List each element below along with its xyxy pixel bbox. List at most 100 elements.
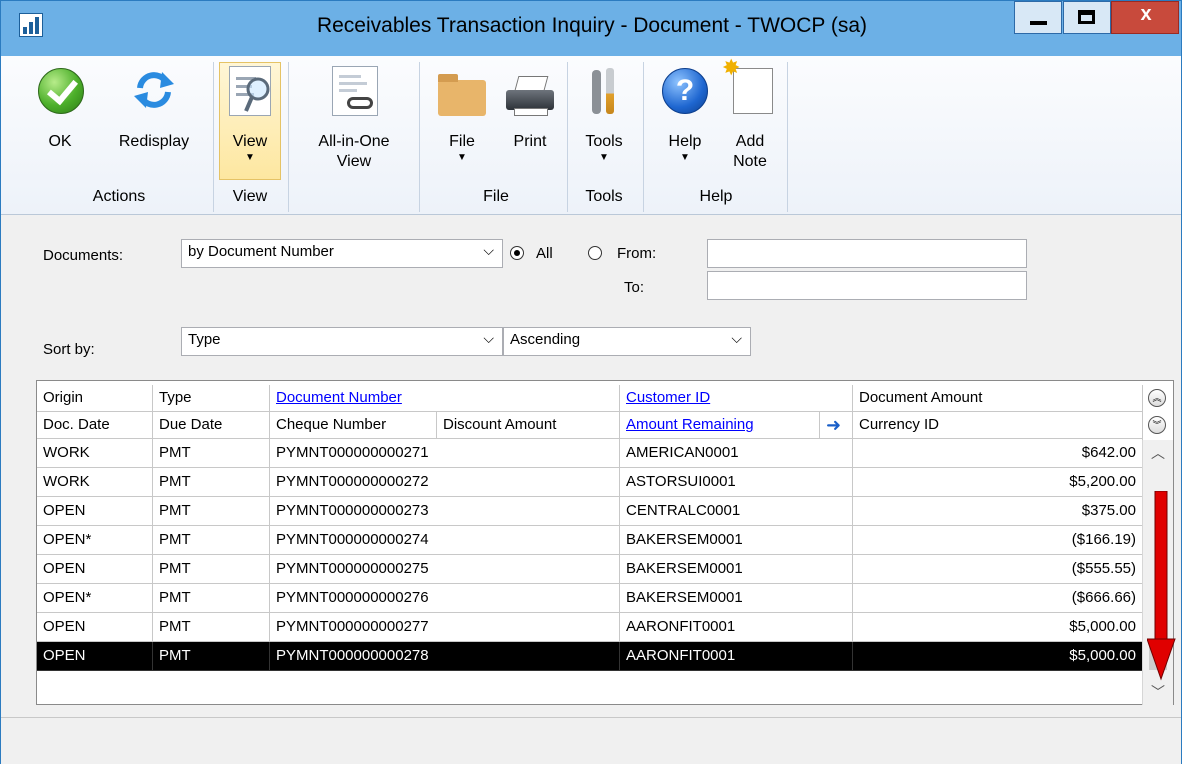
group-label-tools: Tools <box>585 188 623 205</box>
inquiry-window: Receivables Transaction Inquiry - Docume… <box>0 0 1182 764</box>
cell-type[interactable]: PMT <box>153 555 270 584</box>
linked-document-icon <box>332 66 378 116</box>
cell-type[interactable]: PMT <box>153 497 270 526</box>
column-header-document-number[interactable]: Document Number <box>270 385 620 412</box>
cell-type[interactable]: PMT <box>153 584 270 613</box>
help-button[interactable]: ? Help ▼ <box>651 56 719 174</box>
view-button[interactable]: View ▼ <box>219 56 281 174</box>
cell-document-amount[interactable]: ($166.19) <box>853 526 1143 555</box>
status-bar <box>1 717 1181 764</box>
cell-origin[interactable]: WORK <box>37 439 153 468</box>
file-label: File <box>449 133 475 150</box>
cell-customer-id[interactable]: AARONFIT0001 <box>620 613 853 642</box>
to-field[interactable] <box>707 271 1027 300</box>
cell-document-number[interactable]: PYMNT000000000275 <box>270 555 620 584</box>
column-header-cheque-number[interactable]: Cheque Number <box>270 412 437 439</box>
sort-by-label: Sort by: <box>43 341 95 358</box>
chevron-down-icon: ▼ <box>599 152 609 163</box>
cell-document-number[interactable]: PYMNT000000000271 <box>270 439 620 468</box>
cell-document-amount[interactable]: ($555.55) <box>853 555 1143 584</box>
redisplay-button[interactable]: Redisplay <box>105 56 203 176</box>
title-bar: Receivables Transaction Inquiry - Docume… <box>1 1 1181 56</box>
tools-button[interactable]: Tools ▼ <box>573 56 635 174</box>
magnifier-document-icon <box>229 66 271 116</box>
cell-origin[interactable]: OPEN <box>37 497 153 526</box>
cell-customer-id[interactable]: BAKERSEM0001 <box>620 584 853 613</box>
from-radio[interactable] <box>588 246 602 260</box>
cell-type[interactable]: PMT <box>153 613 270 642</box>
cell-type[interactable]: PMT <box>153 468 270 497</box>
close-button[interactable]: x <box>1111 1 1179 34</box>
column-header-currency-id[interactable]: Currency ID <box>853 412 1143 439</box>
documents-grid: Origin Type Document Number Customer ID … <box>36 380 1174 705</box>
minimize-button[interactable] <box>1014 1 1062 34</box>
ok-button[interactable]: OK <box>35 56 85 176</box>
group-label-help: Help <box>699 188 733 205</box>
column-header-discount-amount[interactable]: Discount Amount <box>437 412 620 439</box>
close-icon: x <box>1140 3 1152 25</box>
print-button[interactable]: Print <box>499 56 561 174</box>
cell-document-number[interactable]: PYMNT000000000274 <box>270 526 620 555</box>
column-header-type[interactable]: Type <box>153 385 270 412</box>
cell-document-amount[interactable]: ($666.66) <box>853 584 1143 613</box>
cell-type[interactable]: PMT <box>153 642 270 671</box>
cell-origin[interactable]: OPEN <box>37 642 153 671</box>
cell-customer-id[interactable]: CENTRALC0001 <box>620 497 853 526</box>
column-header-origin[interactable]: Origin <box>37 385 153 412</box>
column-header-customer-id[interactable]: Customer ID <box>620 385 853 412</box>
add-note-button[interactable]: Add Note <box>719 55 781 174</box>
chevron-down-icon: ⌵ <box>731 330 742 346</box>
cell-document-amount[interactable]: $375.00 <box>853 497 1143 526</box>
cell-document-number[interactable]: PYMNT000000000272 <box>270 468 620 497</box>
expand-rows-icon[interactable]: ︾ <box>1148 416 1166 434</box>
cell-type[interactable]: PMT <box>153 526 270 555</box>
cell-document-amount[interactable]: $642.00 <box>853 439 1143 468</box>
cell-document-number[interactable]: PYMNT000000000276 <box>270 584 620 613</box>
all-radio[interactable] <box>510 246 524 260</box>
redisplay-label: Redisplay <box>118 133 190 150</box>
cell-type[interactable]: PMT <box>153 439 270 468</box>
cell-customer-id[interactable]: BAKERSEM0001 <box>620 526 853 555</box>
column-header-amount-remaining[interactable]: Amount Remaining <box>620 412 820 439</box>
cell-document-number[interactable]: PYMNT000000000277 <box>270 613 620 642</box>
documents-dropdown[interactable]: by Document Number ⌵ <box>181 239 503 268</box>
cell-origin[interactable]: OPEN* <box>37 526 153 555</box>
cell-origin[interactable]: OPEN* <box>37 584 153 613</box>
note-star-icon <box>722 55 773 114</box>
cell-document-amount[interactable]: $5,000.00 <box>853 613 1143 642</box>
cell-document-amount[interactable]: $5,200.00 <box>853 468 1143 497</box>
collapse-rows-icon[interactable]: ︽ <box>1148 389 1166 407</box>
cell-customer-id[interactable]: AARONFIT0001 <box>620 642 853 671</box>
folder-icon <box>438 74 486 116</box>
file-button[interactable]: File ▼ <box>431 56 493 174</box>
printer-icon <box>504 76 556 116</box>
cell-customer-id[interactable]: BAKERSEM0001 <box>620 555 853 584</box>
sort-order-dropdown[interactable]: Ascending ⌵ <box>503 327 751 356</box>
column-header-document-amount[interactable]: Document Amount <box>853 385 1143 412</box>
sort-by-dropdown[interactable]: Type ⌵ <box>181 327 503 356</box>
cell-customer-id[interactable]: AMERICAN0001 <box>620 439 853 468</box>
scroll-down-icon[interactable]: ﹀ <box>1143 679 1173 705</box>
cell-document-amount[interactable]: $5,000.00 <box>853 642 1143 671</box>
help-label: Help <box>668 133 702 150</box>
cell-customer-id[interactable]: ASTORSUI0001 <box>620 468 853 497</box>
sort-by-value: Type <box>188 331 221 348</box>
scroll-up-icon[interactable]: ︿ <box>1143 440 1173 466</box>
cell-document-number[interactable]: PYMNT000000000278 <box>270 642 620 671</box>
check-circle-icon <box>38 68 84 114</box>
question-circle-icon: ? <box>662 68 708 114</box>
cell-origin[interactable]: OPEN <box>37 555 153 584</box>
all-in-one-view-button[interactable]: All-in-One View <box>295 56 413 176</box>
cell-origin[interactable]: WORK <box>37 468 153 497</box>
from-field[interactable] <box>707 239 1027 268</box>
refresh-arrows-icon <box>134 72 174 108</box>
cell-document-number[interactable]: PYMNT000000000273 <box>270 497 620 526</box>
all-in-one-label-2: View <box>336 153 372 170</box>
maximize-button[interactable] <box>1063 1 1111 34</box>
add-note-label-2: Note <box>733 153 767 170</box>
cell-origin[interactable]: OPEN <box>37 613 153 642</box>
arrow-right-icon[interactable]: ➜ <box>820 412 853 439</box>
chevron-down-icon: ⌵ <box>483 330 494 346</box>
column-header-doc-date[interactable]: Doc. Date <box>37 412 153 439</box>
column-header-due-date[interactable]: Due Date <box>153 412 270 439</box>
